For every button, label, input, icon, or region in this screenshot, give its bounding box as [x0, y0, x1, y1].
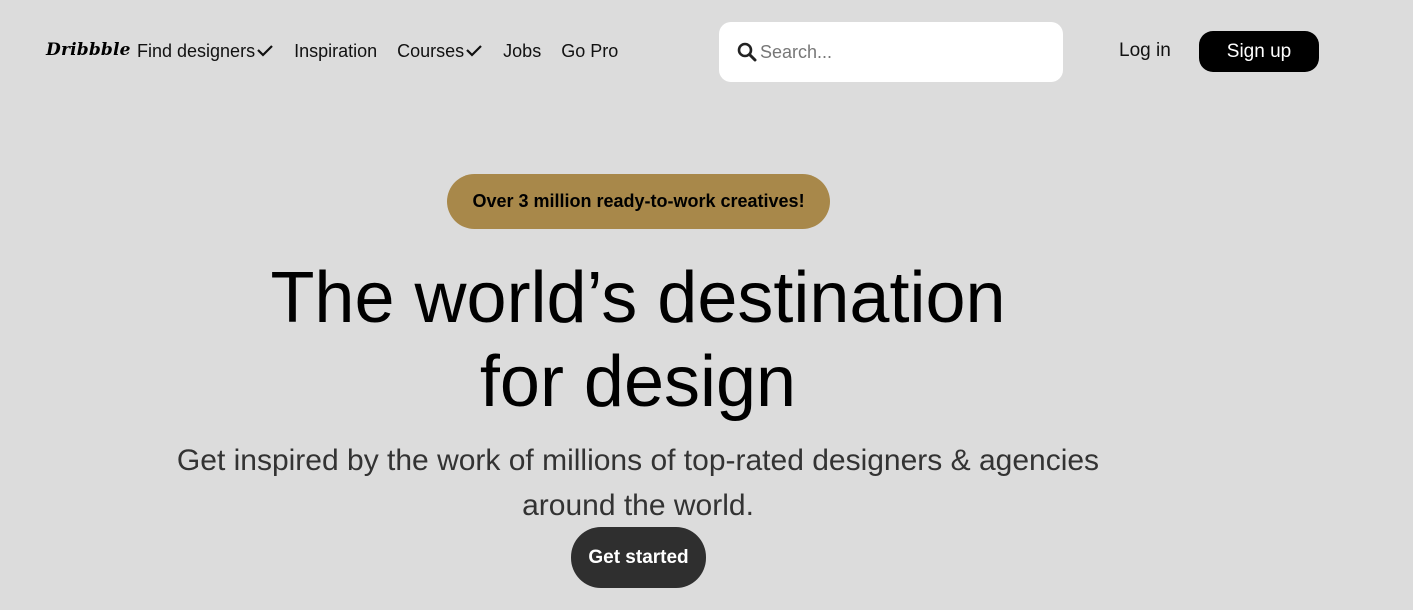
subheadline-line: around the world. [522, 489, 754, 522]
hero-subheadline: Get inspired by the work of millions of … [138, 438, 1138, 528]
hero-headline: The world’s destination for design [138, 256, 1138, 424]
get-started-button[interactable]: Get started [571, 527, 706, 588]
chevron-down-icon [256, 44, 274, 58]
search-icon [737, 42, 757, 62]
nav-courses[interactable]: Courses [397, 40, 483, 62]
nav-link-label: Jobs [503, 41, 542, 61]
hero-badge: Over 3 million ready-to-work creatives! [447, 174, 830, 229]
headline-line: for design [479, 342, 797, 422]
subheadline-line: Get inspired by the work of millions of … [176, 444, 1100, 477]
search-input[interactable] [760, 41, 1040, 63]
nav-link-label: Courses [397, 41, 465, 61]
signup-button[interactable]: Sign up [1199, 31, 1319, 72]
login-link[interactable]: Log in [1119, 40, 1171, 62]
nav-inspiration[interactable]: Inspiration [294, 40, 377, 62]
headline-line: The world’s destination [270, 258, 1006, 338]
nav-find-designers[interactable]: Find designers [137, 40, 274, 62]
nav-links: Find designers Inspiration Courses Jobs … [137, 40, 638, 62]
dribbble-logo[interactable]: Dribbble [46, 40, 131, 60]
nav-link-label: Find designers [137, 41, 256, 61]
page: Dribbble Find designers Inspiration Cour… [0, 0, 1413, 610]
nav-link-label: Go Pro [561, 41, 619, 61]
nav-link-label: Inspiration [294, 41, 378, 61]
nav-jobs[interactable]: Jobs [503, 40, 541, 62]
chevron-down-icon [465, 44, 483, 58]
nav-go-pro[interactable]: Go Pro [561, 40, 618, 62]
search-box[interactable] [719, 22, 1063, 82]
